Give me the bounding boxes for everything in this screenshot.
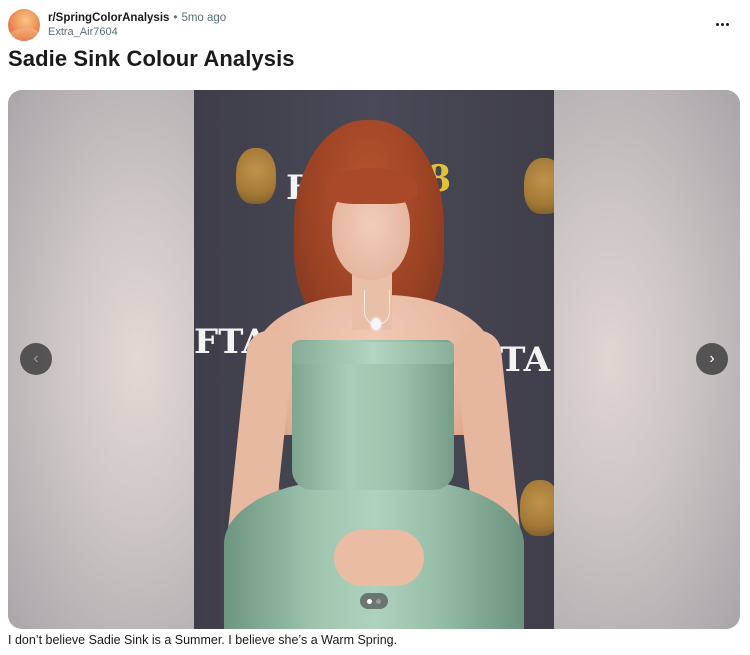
bafta-mask-logo [520,480,554,536]
meta-separator: • [173,12,178,24]
author-link[interactable]: Extra_Air7604 [48,25,226,39]
post-meta-top: r/SpringColorAnalysis • 5mo ago [48,11,226,25]
prev-glyph: ‹ [33,350,39,367]
more-options-icon[interactable] [712,14,732,34]
subreddit-avatar[interactable] [8,9,40,41]
subreddit-link[interactable]: r/SpringColorAnalysis [48,11,169,25]
hands [334,530,424,586]
image-gallery[interactable]: B 8 FTA FTA ‹ › [8,90,740,629]
dress-neckline-band [292,342,454,364]
pendant [371,318,381,330]
next-glyph: › [709,350,715,367]
post-title[interactable]: Sadie Sink Colour Analysis [8,46,295,72]
gallery-pagination [360,593,388,609]
post-header: r/SpringColorAnalysis • 5mo ago Extra_Ai… [8,9,226,41]
chevron-right-icon[interactable]: › [696,343,728,375]
bafta-mask-logo [236,148,276,204]
chevron-left-icon[interactable]: ‹ [20,343,52,375]
bafta-mask-logo [524,158,554,214]
gallery-image[interactable]: B 8 FTA FTA [194,90,554,629]
bangs [326,168,418,204]
post-time: 5mo ago [181,12,227,24]
post-body: I don’t believe Sadie Sink is a Summer. … [8,633,398,647]
gallery-dot[interactable] [376,598,381,604]
gallery-dot-active[interactable] [367,598,372,604]
reddit-post: r/SpringColorAnalysis • 5mo ago Extra_Ai… [0,0,750,655]
post-meta: r/SpringColorAnalysis • 5mo ago Extra_Ai… [48,11,226,39]
